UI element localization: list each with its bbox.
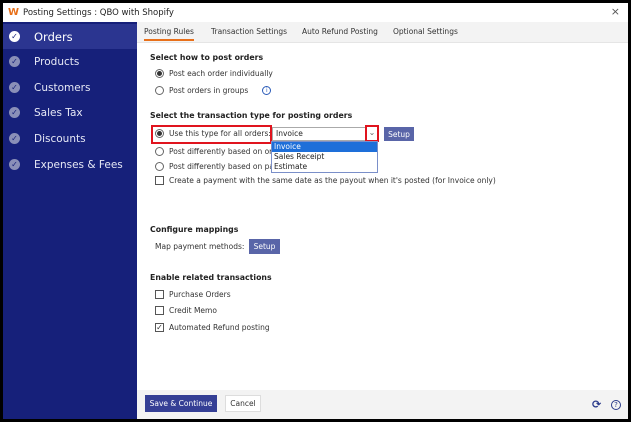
close-icon[interactable]: × [611,5,620,18]
highlight-box [151,125,272,144]
automated-refund-checkbox[interactable]: ✓ Automated Refund posting [155,323,270,332]
sidebar-item-products[interactable]: ✓ Products [3,49,137,74]
window-title: Posting Settings : QBO with Shopify [23,7,174,18]
sidebar-item-label: Customers [34,81,91,94]
sidebar-item-discounts[interactable]: ✓ Discounts [3,126,137,151]
check-circle-icon: ✓ [9,133,20,144]
transaction-type-heading: Select the transaction type for posting … [150,111,353,120]
transaction-type-dropdown-list: Invoice Sales Receipt Estimate [271,141,378,173]
checkbox-icon [155,290,164,299]
tab-posting-rules[interactable]: Posting Rules [144,27,194,41]
tab-auto-refund-posting[interactable]: Auto Refund Posting [302,27,378,36]
radio-icon [155,162,164,171]
save-continue-button[interactable]: Save & Continue [145,395,217,412]
transaction-type-select[interactable]: Invoice [272,127,378,141]
tab-transaction-settings[interactable]: Transaction Settings [211,27,287,36]
info-icon[interactable]: i [262,86,272,95]
radio-icon [155,147,164,156]
app-logo-icon: W [8,7,20,18]
help-icon[interactable]: ? [611,400,621,410]
sidebar-item-label: Sales Tax [34,106,83,119]
sidebar: ✓ Orders ✓ Products ✓ Customers ✓ Sales Tax … [3,22,137,419]
credit-memo-checkbox[interactable]: Credit Memo [155,306,217,315]
purchase-orders-checkbox[interactable]: Purchase Orders [155,290,231,299]
radio-icon [155,69,164,78]
tab-optional-settings[interactable]: Optional Settings [393,27,458,36]
sidebar-item-customers[interactable]: ✓ Customers [3,75,137,100]
checkbox-icon [155,176,164,185]
refresh-icon[interactable]: ⟳ [592,398,601,411]
check-circle-icon: ✓ [9,107,20,118]
mappings-heading: Configure mappings [150,225,239,234]
tab-bar: Posting Rules Transaction Settings Auto … [137,22,628,43]
footer: Save & Continue Cancel ⟳ ? [137,390,628,419]
check-circle-icon: ✓ [9,31,20,42]
map-payment-setup-button[interactable]: Setup [249,239,280,254]
dropdown-option-estimate[interactable]: Estimate [272,162,377,172]
title-bar: W Posting Settings : QBO with Shopify × [3,3,628,22]
option-label: Post orders in groups [169,86,249,95]
option-label: Create a payment with the same date as t… [169,176,496,185]
option-label: Credit Memo [169,306,217,315]
option-label: Post differently based on order [169,147,285,156]
sidebar-item-label: Expenses & Fees [34,158,123,171]
option-label: Purchase Orders [169,290,231,299]
sidebar-item-label: Orders [34,29,73,44]
map-payment-label: Map payment methods: [155,242,245,251]
sidebar-item-sales-tax[interactable]: ✓ Sales Tax [3,100,137,125]
posting-settings-window: W Posting Settings : QBO with Shopify × … [3,3,628,419]
check-circle-icon: ✓ [9,56,20,67]
sidebar-item-label: Products [34,55,80,68]
checkbox-checked-icon: ✓ [155,323,164,332]
cancel-button[interactable]: Cancel [225,395,261,412]
checkbox-icon [155,306,164,315]
related-heading: Enable related transactions [150,273,272,282]
post-individually-radio[interactable]: Post each order individually [155,69,273,78]
post-by-order-radio[interactable]: Post differently based on order [155,147,285,156]
check-circle-icon: ✓ [9,82,20,93]
create-payment-checkbox[interactable]: Create a payment with the same date as t… [155,176,496,185]
sidebar-item-orders[interactable]: ✓ Orders [3,24,137,49]
post-in-groups-radio[interactable]: Post orders in groups i [155,86,272,95]
dropdown-option-sales-receipt[interactable]: Sales Receipt [272,152,377,162]
sidebar-item-expenses-fees[interactable]: ✓ Expenses & Fees [3,152,137,177]
radio-icon [155,86,164,95]
check-circle-icon: ✓ [9,159,20,170]
sidebar-item-label: Discounts [34,132,86,145]
transaction-setup-button[interactable]: Setup [384,127,414,141]
dropdown-option-invoice[interactable]: Invoice [272,142,377,152]
option-label: Automated Refund posting [169,323,270,332]
option-label: Post each order individually [169,69,273,78]
chevron-down-icon[interactable]: ⌄ [365,125,379,142]
post-orders-heading: Select how to post orders [150,53,264,62]
